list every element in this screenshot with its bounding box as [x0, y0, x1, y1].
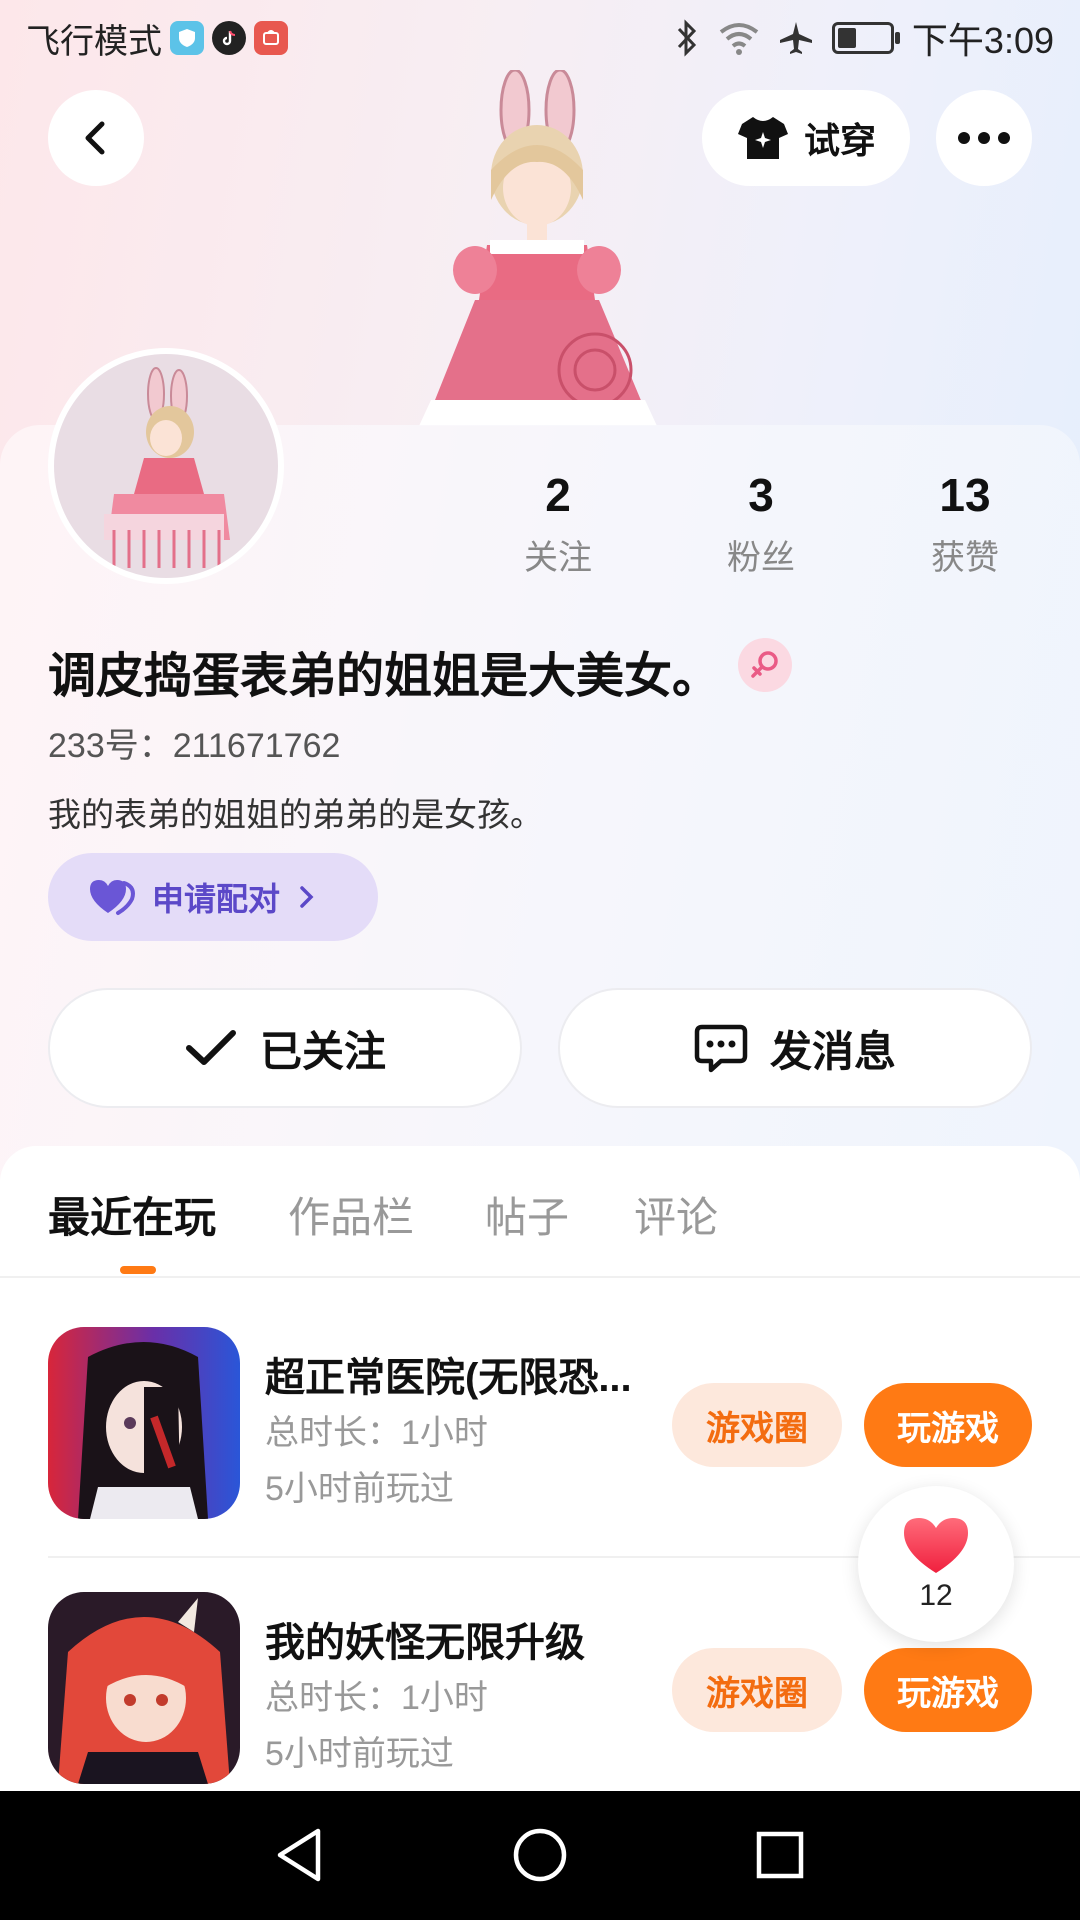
pair-request-label: 申请配对 — [152, 881, 281, 917]
play-game-button[interactable]: 玩游戏 — [864, 1383, 1032, 1467]
back-button[interactable] — [48, 90, 144, 186]
stat-fans-value: 3 — [748, 469, 774, 521]
followed-button[interactable]: 已关注 — [48, 988, 522, 1108]
wifi-icon — [719, 23, 759, 55]
bluetooth-icon — [677, 19, 697, 57]
triangle-back-icon — [277, 1828, 321, 1882]
game-last-played: 5小时前玩过 — [265, 1470, 454, 1508]
airplane-mode-text: 飞行模式 — [26, 22, 162, 61]
status-right: 下午3:09 — [674, 14, 1054, 62]
pair-request-button[interactable]: 申请配对 — [48, 853, 378, 941]
nav-back-button[interactable] — [264, 1819, 336, 1891]
stat-likes-value: 13 — [939, 469, 991, 521]
stat-following[interactable]: 2 关注 — [478, 468, 638, 579]
heart-icon — [904, 1518, 968, 1573]
huawei-app-icon — [254, 21, 288, 55]
female-icon — [751, 651, 778, 678]
game-duration: 总时长：1小时 — [265, 1414, 488, 1452]
tab-posts[interactable]: 帖子 — [485, 1184, 569, 1245]
play-game-button[interactable]: 玩游戏 — [864, 1648, 1032, 1732]
battery-icon — [831, 22, 900, 54]
heart-pair-icon — [90, 880, 135, 915]
stat-likes-label: 获赞 — [931, 539, 999, 577]
stat-likes[interactable]: 13 获赞 — [885, 468, 1045, 579]
tab-works[interactable]: 作品栏 — [288, 1184, 414, 1245]
tab-recently-played[interactable]: 最近在玩 — [48, 1184, 216, 1245]
avatar[interactable] — [48, 348, 284, 584]
shield-app-icon — [170, 21, 204, 55]
followed-label: 已关注 — [259, 1027, 386, 1075]
tab-divider — [0, 1276, 1080, 1278]
status-bar: 飞行模式 下午3:09 — [0, 0, 1080, 76]
nav-home-button[interactable] — [504, 1819, 576, 1891]
tab-comments[interactable]: 评论 — [634, 1184, 718, 1245]
user-id: 233号：211671762 — [48, 727, 341, 765]
status-left: 飞行模式 — [26, 14, 288, 62]
stat-fans-label: 粉丝 — [727, 539, 795, 577]
send-message-button[interactable]: 发消息 — [558, 988, 1032, 1108]
game-title: 超正常医院(无限恐... — [265, 1356, 632, 1400]
try-on-button[interactable]: 试穿 — [702, 90, 910, 186]
stat-fans[interactable]: 3 粉丝 — [681, 468, 841, 579]
status-time: 下午3:09 — [911, 20, 1054, 61]
game-icon-hospital[interactable] — [48, 1327, 240, 1519]
more-dots-icon — [958, 132, 1010, 144]
checkmark-icon — [185, 1030, 236, 1065]
game-icon-monster[interactable] — [48, 1592, 240, 1784]
game-last-played: 5小时前玩过 — [265, 1735, 454, 1773]
nav-recents-button[interactable] — [744, 1819, 816, 1891]
send-message-label: 发消息 — [769, 1027, 896, 1075]
tshirt-icon — [737, 117, 788, 159]
game-duration: 总时长：1小时 — [265, 1679, 488, 1717]
avatar-character-image — [104, 367, 230, 568]
game-title: 我的妖怪无限升级 — [265, 1621, 585, 1665]
chevron-right-icon — [300, 886, 314, 908]
game-circle-button[interactable]: 游戏圈 — [672, 1383, 842, 1467]
stat-following-label: 关注 — [524, 539, 592, 577]
username: 调皮捣蛋表弟的姐姐是大美女。 — [48, 650, 721, 703]
gender-badge — [738, 638, 792, 692]
tiktok-app-icon — [212, 21, 246, 55]
chat-bubble-icon — [694, 1024, 748, 1073]
game-circle-button[interactable]: 游戏圈 — [672, 1648, 842, 1732]
square-recents-icon — [756, 1831, 804, 1879]
like-count: 12 — [919, 1579, 953, 1612]
avatar-character-figure — [419, 70, 657, 426]
user-bio: 我的表弟的姐姐的弟弟的是女孩。 — [48, 796, 543, 833]
airplane-icon — [779, 22, 812, 54]
active-tab-indicator — [120, 1266, 156, 1274]
stat-following-value: 2 — [545, 469, 571, 521]
navigation-bar — [0, 1791, 1080, 1920]
floating-like-button[interactable]: 12 — [858, 1486, 1014, 1642]
more-button[interactable] — [936, 90, 1032, 186]
try-on-label: 试穿 — [803, 120, 876, 161]
circle-home-icon — [513, 1828, 567, 1882]
chevron-left-icon — [85, 121, 105, 155]
